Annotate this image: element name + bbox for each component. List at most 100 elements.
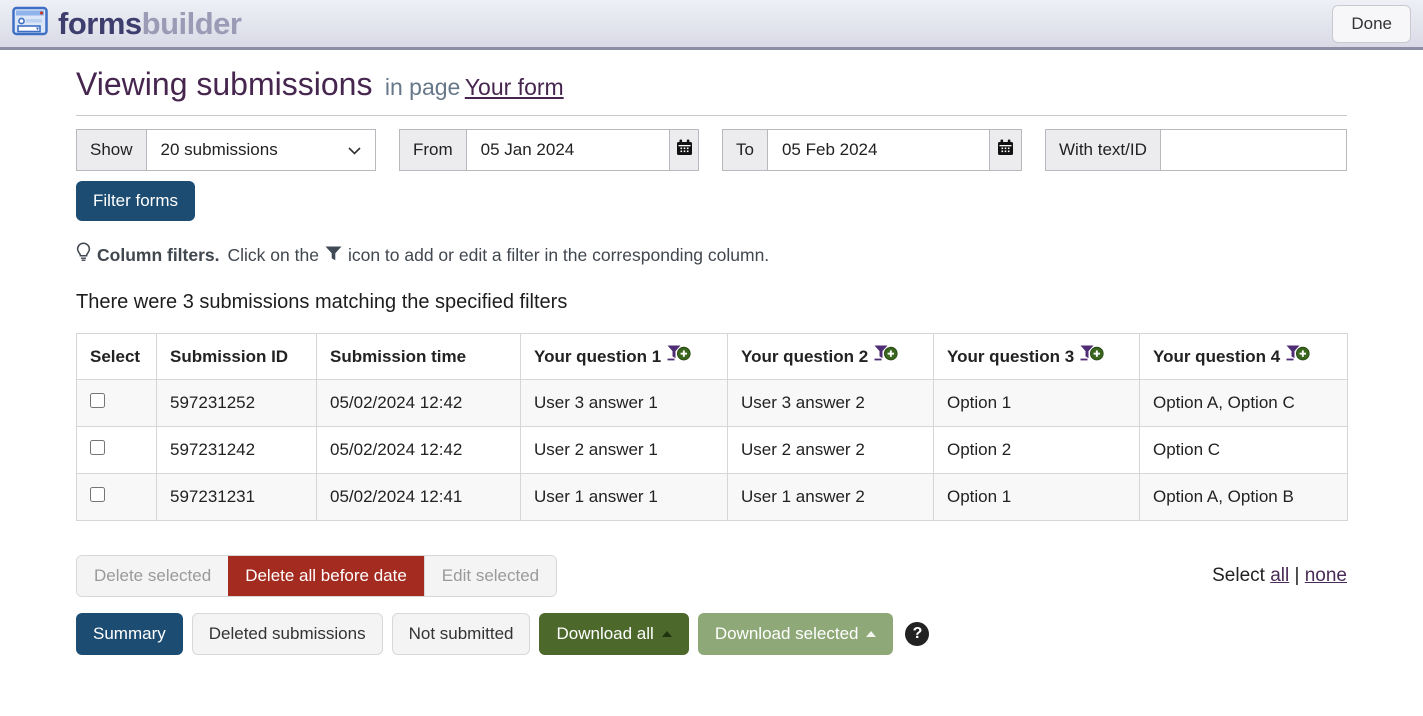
delete-all-before-date-button[interactable]: Delete all before date xyxy=(228,556,424,596)
add-filter-icon[interactable] xyxy=(1286,345,1310,368)
calendar-icon xyxy=(676,139,693,161)
add-filter-icon[interactable] xyxy=(874,345,898,368)
column-label: Your question 2 xyxy=(741,347,868,367)
text-filter-label: With text/ID xyxy=(1046,130,1161,170)
cell-submission-time: 05/02/2024 12:41 xyxy=(317,474,521,521)
cell-answer-2: User 3 answer 2 xyxy=(728,380,934,427)
cell-answer-4: Option A, Option C xyxy=(1140,380,1348,427)
table-header-row: Select Submission ID Submission time You… xyxy=(77,334,1348,380)
from-calendar-button[interactable] xyxy=(669,130,698,170)
deleted-submissions-button[interactable]: Deleted submissions xyxy=(192,613,383,655)
download-all-button[interactable]: Download all xyxy=(539,613,688,655)
add-filter-icon[interactable] xyxy=(1080,345,1104,368)
tip-bold-text: Column filters. xyxy=(97,245,220,266)
table-row: 597231242 05/02/2024 12:42 User 2 answer… xyxy=(77,427,1348,474)
select-all-link[interactable]: all xyxy=(1270,565,1289,586)
text-filter-input[interactable] xyxy=(1161,130,1346,170)
download-selected-label: Download selected xyxy=(715,624,859,644)
from-date-input[interactable] xyxy=(467,130,670,170)
cell-answer-1: User 2 answer 1 xyxy=(521,427,728,474)
cell-answer-4: Option C xyxy=(1140,427,1348,474)
column-label: Your question 4 xyxy=(1153,347,1280,367)
edit-selected-button[interactable]: Edit selected xyxy=(424,556,556,596)
cell-answer-3: Option 1 xyxy=(934,380,1140,427)
tip-text-before: Click on the xyxy=(228,245,319,266)
column-header-question-2: Your question 2 xyxy=(728,334,934,380)
table-row: 597231252 05/02/2024 12:42 User 3 answer… xyxy=(77,380,1348,427)
from-label: From xyxy=(400,130,467,170)
from-date-group: From xyxy=(399,129,699,171)
app-title: formsbuilder xyxy=(58,6,241,42)
select-label: Select xyxy=(1212,565,1265,586)
page-title: Viewing submissions xyxy=(76,66,372,102)
results-summary: There were 3 submissions matching the sp… xyxy=(76,291,1347,314)
to-date-input[interactable] xyxy=(768,130,989,170)
delete-edit-button-group: Delete selected Delete all before date E… xyxy=(76,555,557,597)
filter-row: Show 20 submissions From To xyxy=(76,129,1347,171)
cell-submission-time: 05/02/2024 12:42 xyxy=(317,427,521,474)
show-label: Show xyxy=(77,130,147,170)
column-header-select: Select xyxy=(77,334,157,380)
not-submitted-button[interactable]: Not submitted xyxy=(392,613,531,655)
column-header-question-3: Your question 3 xyxy=(934,334,1140,380)
help-icon[interactable]: ? xyxy=(905,622,929,646)
cell-submission-id: 597231252 xyxy=(157,380,317,427)
brand-bold: forms xyxy=(58,6,142,41)
delete-selected-button[interactable]: Delete selected xyxy=(77,556,228,596)
row-checkbox[interactable] xyxy=(90,487,105,502)
app-logo: formsbuilder xyxy=(12,6,241,42)
chevron-down-icon xyxy=(348,140,361,160)
lightbulb-icon xyxy=(76,242,91,268)
cell-answer-3: Option 2 xyxy=(934,427,1140,474)
cell-submission-id: 597231242 xyxy=(157,427,317,474)
cell-answer-1: User 1 answer 1 xyxy=(521,474,728,521)
formsbuilder-window-icon xyxy=(12,6,48,41)
to-date-group: To xyxy=(722,129,1022,171)
filter-forms-button[interactable]: Filter forms xyxy=(76,181,195,221)
show-select[interactable]: 20 submissions xyxy=(147,130,375,170)
cell-submission-id: 597231231 xyxy=(157,474,317,521)
footer-buttons-row: Summary Deleted submissions Not submitte… xyxy=(76,613,1347,655)
table-row: 597231231 05/02/2024 12:41 User 1 answer… xyxy=(77,474,1348,521)
column-filters-tip: Column filters. Click on the icon to add… xyxy=(76,242,1347,268)
show-select-value: 20 submissions xyxy=(161,140,278,160)
top-bar: formsbuilder Done xyxy=(0,0,1423,50)
select-separator: | xyxy=(1295,565,1300,586)
cell-answer-4: Option A, Option B xyxy=(1140,474,1348,521)
to-label: To xyxy=(723,130,768,170)
row-checkbox[interactable] xyxy=(90,393,105,408)
caret-up-icon xyxy=(866,631,876,637)
column-header-question-1: Your question 1 xyxy=(521,334,728,380)
page-title-row: Viewing submissions in page Your form xyxy=(76,66,1347,116)
calendar-icon xyxy=(997,139,1014,161)
actions-row: Delete selected Delete all before date E… xyxy=(76,555,1347,597)
row-checkbox[interactable] xyxy=(90,440,105,455)
page-title-middle: in page xyxy=(385,74,460,100)
to-calendar-button[interactable] xyxy=(989,130,1021,170)
cell-answer-2: User 1 answer 2 xyxy=(728,474,934,521)
add-filter-icon[interactable] xyxy=(667,345,691,368)
select-none-link[interactable]: none xyxy=(1305,565,1347,586)
cell-submission-time: 05/02/2024 12:42 xyxy=(317,380,521,427)
cell-answer-2: User 2 answer 2 xyxy=(728,427,934,474)
funnel-icon xyxy=(325,245,342,266)
column-label: Your question 3 xyxy=(947,347,1074,367)
show-group: Show 20 submissions xyxy=(76,129,376,171)
summary-button[interactable]: Summary xyxy=(76,613,183,655)
cell-answer-1: User 3 answer 1 xyxy=(521,380,728,427)
download-selected-button[interactable]: Download selected xyxy=(698,613,894,655)
caret-up-icon xyxy=(662,631,672,637)
your-form-link[interactable]: Your form xyxy=(465,74,564,100)
cell-answer-3: Option 1 xyxy=(934,474,1140,521)
column-label: Your question 1 xyxy=(534,347,661,367)
brand-light: builder xyxy=(142,6,242,41)
download-all-label: Download all xyxy=(556,624,653,644)
column-header-submission-time: Submission time xyxy=(317,334,521,380)
column-header-submission-id: Submission ID xyxy=(157,334,317,380)
done-button[interactable]: Done xyxy=(1332,5,1411,43)
text-filter-group: With text/ID xyxy=(1045,129,1347,171)
column-header-question-4: Your question 4 xyxy=(1140,334,1348,380)
select-links: Select all | none xyxy=(557,565,1347,587)
submissions-table: Select Submission ID Submission time You… xyxy=(76,333,1348,521)
tip-text-after: icon to add or edit a filter in the corr… xyxy=(348,245,769,266)
